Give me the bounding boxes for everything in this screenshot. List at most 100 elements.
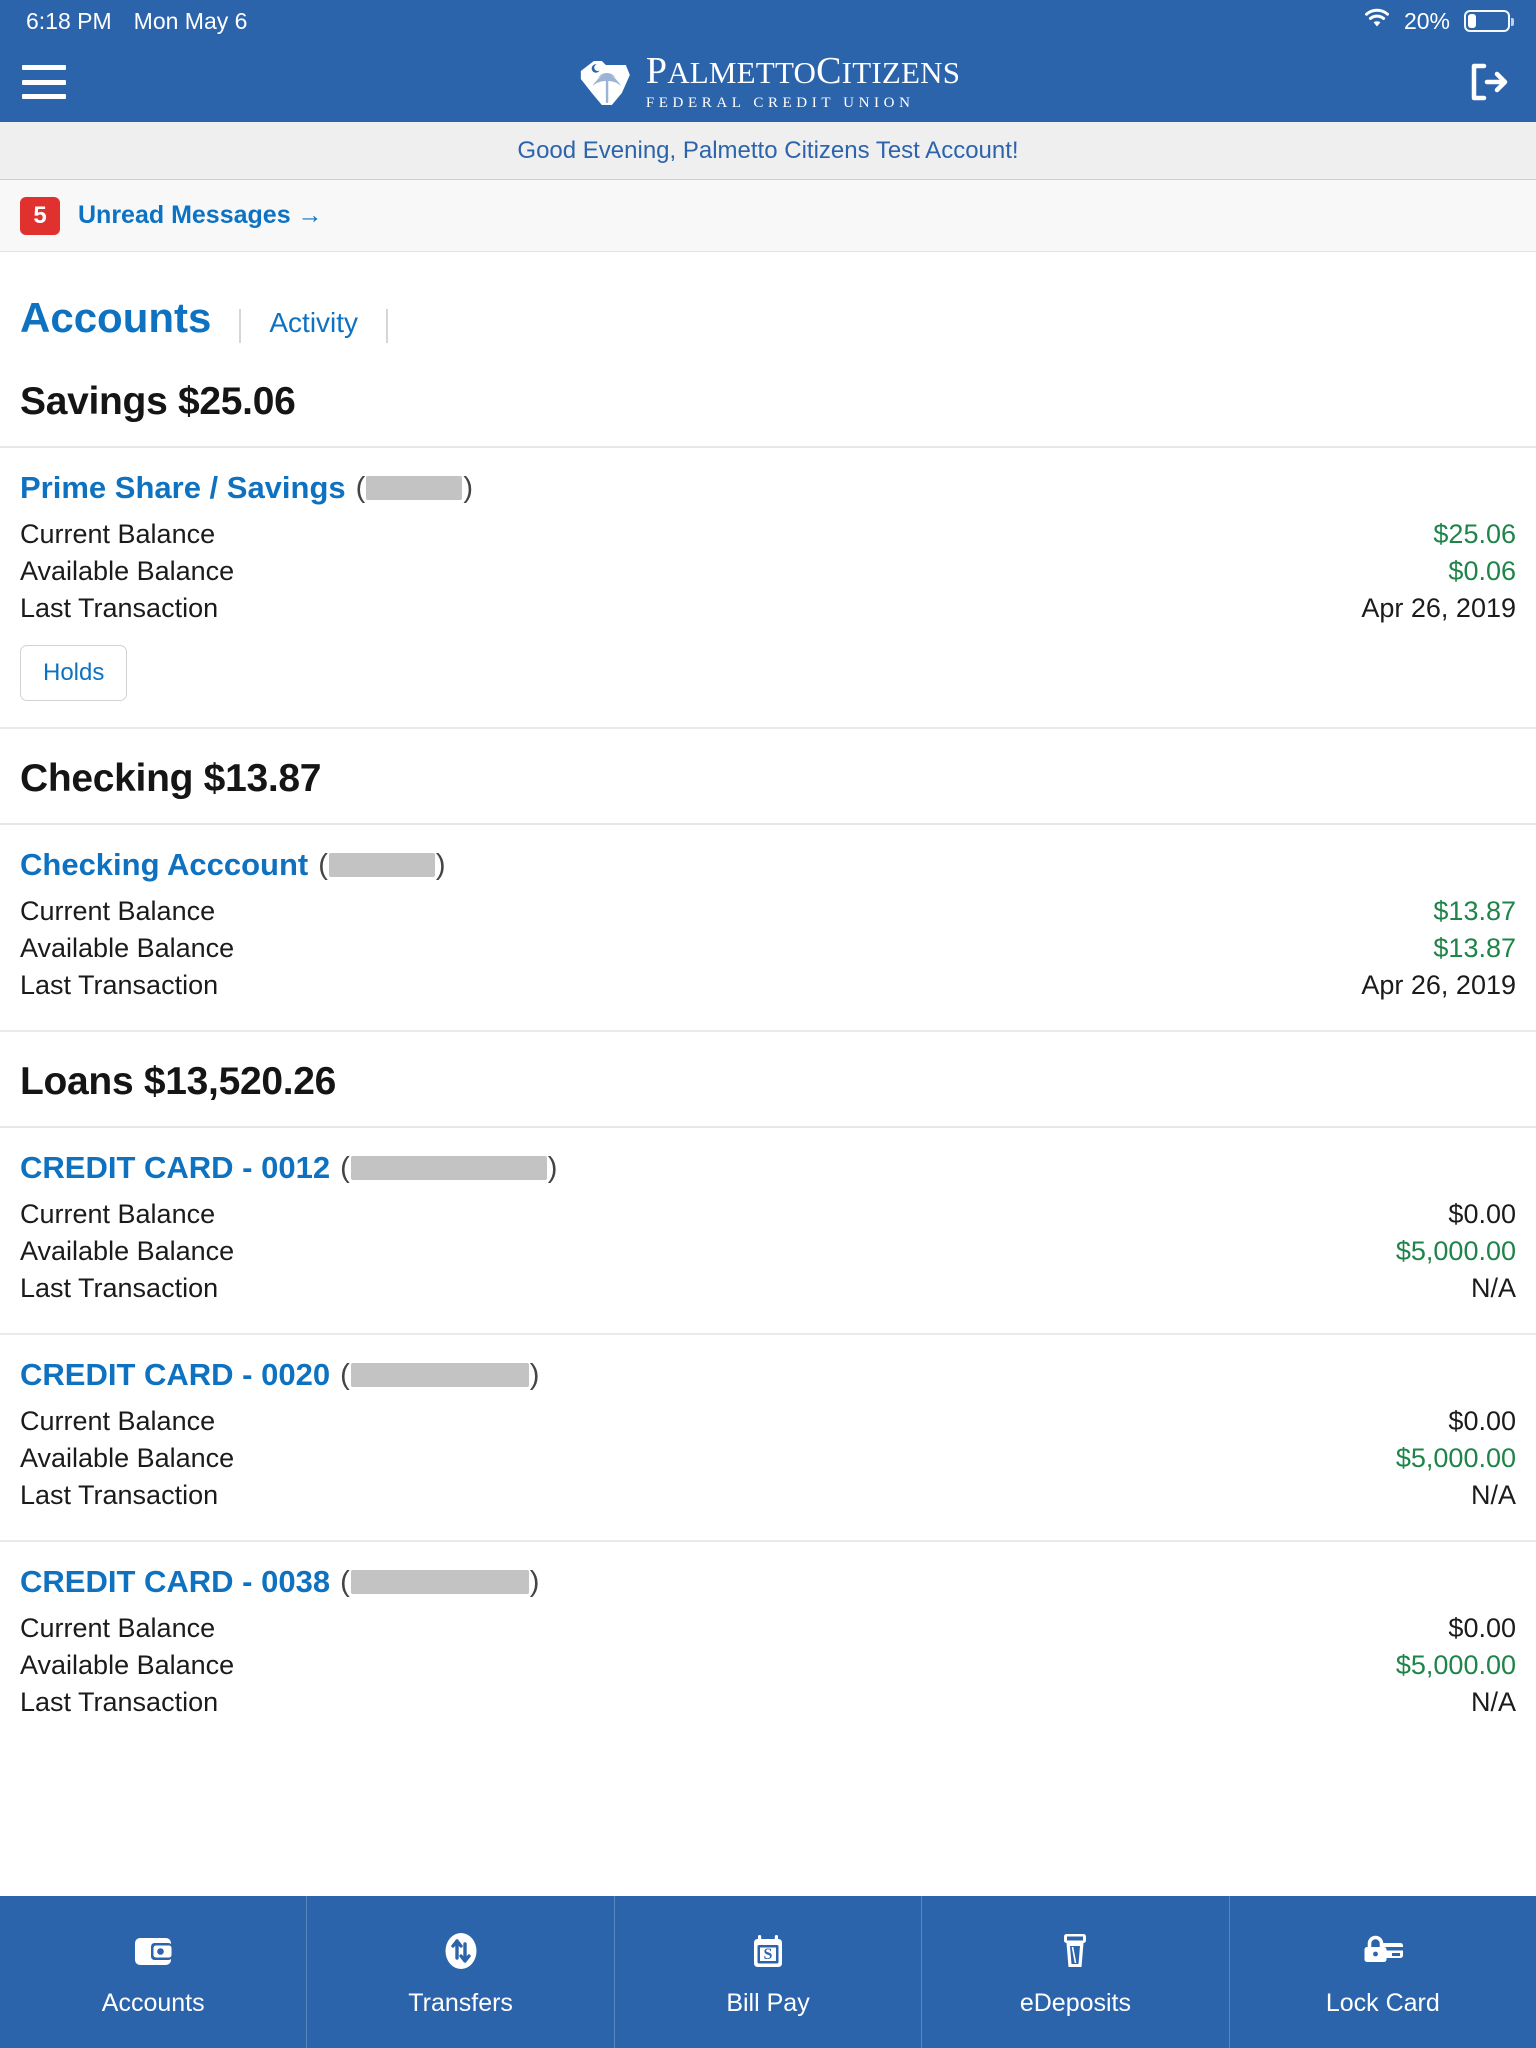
- current-balance-row-label: Current Balance: [20, 1199, 216, 1229]
- wifi-icon: [1362, 7, 1392, 35]
- account-header: CREDIT CARD - 0012 (): [20, 1150, 1516, 1186]
- nav-item-label: eDeposits: [1019, 1988, 1131, 2017]
- available-balance-row-label: Available Balance: [20, 1443, 235, 1473]
- masked-account-number: (): [340, 1358, 540, 1391]
- account-header: CREDIT CARD - 0038 (): [20, 1564, 1516, 1600]
- unread-messages-link[interactable]: Unread Messages →: [78, 201, 323, 230]
- masked-account-number: (): [318, 848, 446, 881]
- account-card[interactable]: CREDIT CARD - 0012 () Current Balance $0.00…: [0, 1128, 1536, 1335]
- transfer-arrows-icon: [439, 1927, 483, 1975]
- nav-item-label: Lock Card: [1325, 1988, 1440, 2017]
- last-transaction-row: Last Transaction Apr 26, 2019: [20, 967, 1516, 1004]
- brand-subtitle: FEDERAL CREDIT UNION: [645, 95, 915, 111]
- account-group-title: Loans $13,520.26: [20, 1060, 337, 1103]
- account-card[interactable]: CREDIT CARD - 0020 () Current Balance $0.00…: [0, 1335, 1536, 1542]
- available-balance-row: Available Balance $5,000.00: [20, 1647, 1516, 1684]
- last-transaction-row-label: Last Transaction: [20, 1687, 219, 1717]
- nav-item-bill-pay[interactable]: S Bill Pay: [615, 1896, 923, 2048]
- current-balance-row-value: $25.06: [1433, 519, 1516, 549]
- accounts-list[interactable]: Savings $25.06 Prime Share / Savings () Cur…: [0, 352, 1536, 1908]
- available-balance-row-label: Available Balance: [20, 933, 235, 963]
- available-balance-row-value: $5,000.00: [1395, 1650, 1516, 1680]
- account-header: CREDIT CARD - 0020 (): [20, 1357, 1516, 1393]
- account-header: Checking Acccount (): [20, 847, 1516, 883]
- current-balance-row-label: Current Balance: [20, 519, 216, 549]
- last-transaction-row-value: Apr 26, 2019: [1361, 970, 1516, 1000]
- unread-count-badge: 5: [20, 196, 60, 235]
- lock-card-icon: [1360, 1927, 1406, 1975]
- available-balance-row-value: $0.06: [1448, 556, 1516, 586]
- masked-account-number: (): [340, 1565, 540, 1598]
- available-balance-row: Available Balance $13.87: [20, 930, 1516, 967]
- account-card[interactable]: CREDIT CARD - 0038 () Current Balance $0.00…: [0, 1542, 1536, 1747]
- nav-item-transfers[interactable]: Transfers: [307, 1896, 615, 2048]
- last-transaction-row-label: Last Transaction: [20, 1273, 219, 1303]
- current-balance-row-value: $0.00: [1448, 1406, 1516, 1436]
- account-card[interactable]: Prime Share / Savings () Current Balance $2…: [0, 448, 1536, 729]
- available-balance-row: Available Balance $0.06: [20, 553, 1516, 590]
- nav-item-accounts[interactable]: Accounts: [0, 1896, 308, 2048]
- account-group-title: Savings $25.06: [20, 380, 296, 423]
- available-balance-row-value: $13.87: [1433, 933, 1516, 963]
- account-tabs: Accounts Activity: [0, 252, 1536, 352]
- nav-item-edeposits[interactable]: eDeposits: [922, 1896, 1230, 2048]
- wallet-icon: [131, 1927, 175, 1975]
- holds-button[interactable]: Holds: [20, 645, 128, 701]
- tab-activity[interactable]: Activity: [269, 307, 358, 339]
- current-balance-row: Current Balance $0.00: [20, 1196, 1516, 1233]
- masked-account-number: (): [355, 471, 473, 504]
- account-card[interactable]: Checking Acccount () Current Balance $13.87…: [0, 825, 1536, 1032]
- last-transaction-row-value: N/A: [1470, 1480, 1516, 1510]
- account-name-link[interactable]: CREDIT CARD - 0038: [20, 1564, 330, 1600]
- bottom-navigation-bar: Accounts Transfers S Bill Pay eDeposits Lock …: [0, 1896, 1536, 2048]
- last-transaction-row-value: Apr 26, 2019: [1361, 593, 1516, 623]
- current-balance-row: Current Balance $25.06: [20, 516, 1516, 553]
- battery-percent-label: 20%: [1403, 7, 1450, 34]
- tab-divider-end: [386, 309, 389, 343]
- greeting-bar: Good Evening, Palmetto Citizens Test Acc…: [0, 122, 1536, 180]
- current-balance-row-value: $0.00: [1448, 1199, 1516, 1229]
- nav-item-lock-card[interactable]: Lock Card: [1230, 1896, 1536, 2048]
- current-balance-row-label: Current Balance: [20, 1613, 216, 1643]
- palmetto-state-logo-icon: [580, 61, 630, 105]
- hamburger-menu-icon[interactable]: [22, 65, 66, 99]
- brand-title: PALMETTOCITIZENS: [645, 50, 961, 92]
- ios-status-bar: 6:18 PM Mon May 6 20%: [0, 0, 1536, 42]
- last-transaction-row-value: N/A: [1470, 1687, 1516, 1717]
- current-balance-row-value: $0.00: [1448, 1613, 1516, 1643]
- available-balance-row: Available Balance $5,000.00: [20, 1233, 1516, 1270]
- account-name-link[interactable]: CREDIT CARD - 0020: [20, 1357, 330, 1393]
- account-header: Prime Share / Savings (): [20, 470, 1516, 506]
- account-name-link[interactable]: Checking Acccount: [20, 847, 308, 883]
- account-name-link[interactable]: Prime Share / Savings: [20, 470, 346, 506]
- nav-item-label: Transfers: [408, 1988, 513, 2017]
- available-balance-row-value: $5,000.00: [1395, 1443, 1516, 1473]
- available-balance-row: Available Balance $5,000.00: [20, 1440, 1516, 1477]
- available-balance-row-value: $5,000.00: [1395, 1236, 1516, 1266]
- masked-account-number: (): [340, 1151, 558, 1184]
- app-header: PALMETTOCITIZENS FEDERAL CREDIT UNION: [0, 42, 1536, 122]
- nav-item-label: Accounts: [101, 1988, 205, 2017]
- current-balance-row-label: Current Balance: [20, 896, 216, 926]
- status-time: 6:18 PM: [26, 7, 112, 34]
- last-transaction-row: Last Transaction Apr 26, 2019: [20, 590, 1516, 627]
- nav-item-label: Bill Pay: [726, 1988, 810, 2017]
- svg-text:S: S: [764, 1946, 773, 1963]
- last-transaction-row: Last Transaction N/A: [20, 1477, 1516, 1514]
- palmetto-citizens-logo: PALMETTOCITIZENS FEDERAL CREDIT UNION: [576, 52, 960, 112]
- available-balance-row-label: Available Balance: [20, 1236, 235, 1266]
- tab-accounts[interactable]: Accounts: [20, 294, 211, 342]
- account-name-link[interactable]: CREDIT CARD - 0012: [20, 1150, 330, 1186]
- greeting-text: Good Evening, Palmetto Citizens Test Acc…: [517, 136, 1019, 164]
- account-group-title: Checking $13.87: [20, 757, 322, 800]
- check-deposit-icon: [1053, 1927, 1097, 1975]
- current-balance-row-value: $13.87: [1433, 896, 1516, 926]
- unread-messages-banner[interactable]: 5 Unread Messages →: [0, 180, 1536, 252]
- available-balance-row-label: Available Balance: [20, 1650, 235, 1680]
- current-balance-row-label: Current Balance: [20, 1406, 216, 1436]
- last-transaction-row-label: Last Transaction: [20, 1480, 219, 1510]
- status-date: Mon May 6: [133, 7, 248, 34]
- logout-icon[interactable]: [1462, 56, 1514, 108]
- last-transaction-row-value: N/A: [1470, 1273, 1516, 1303]
- current-balance-row: Current Balance $0.00: [20, 1610, 1516, 1647]
